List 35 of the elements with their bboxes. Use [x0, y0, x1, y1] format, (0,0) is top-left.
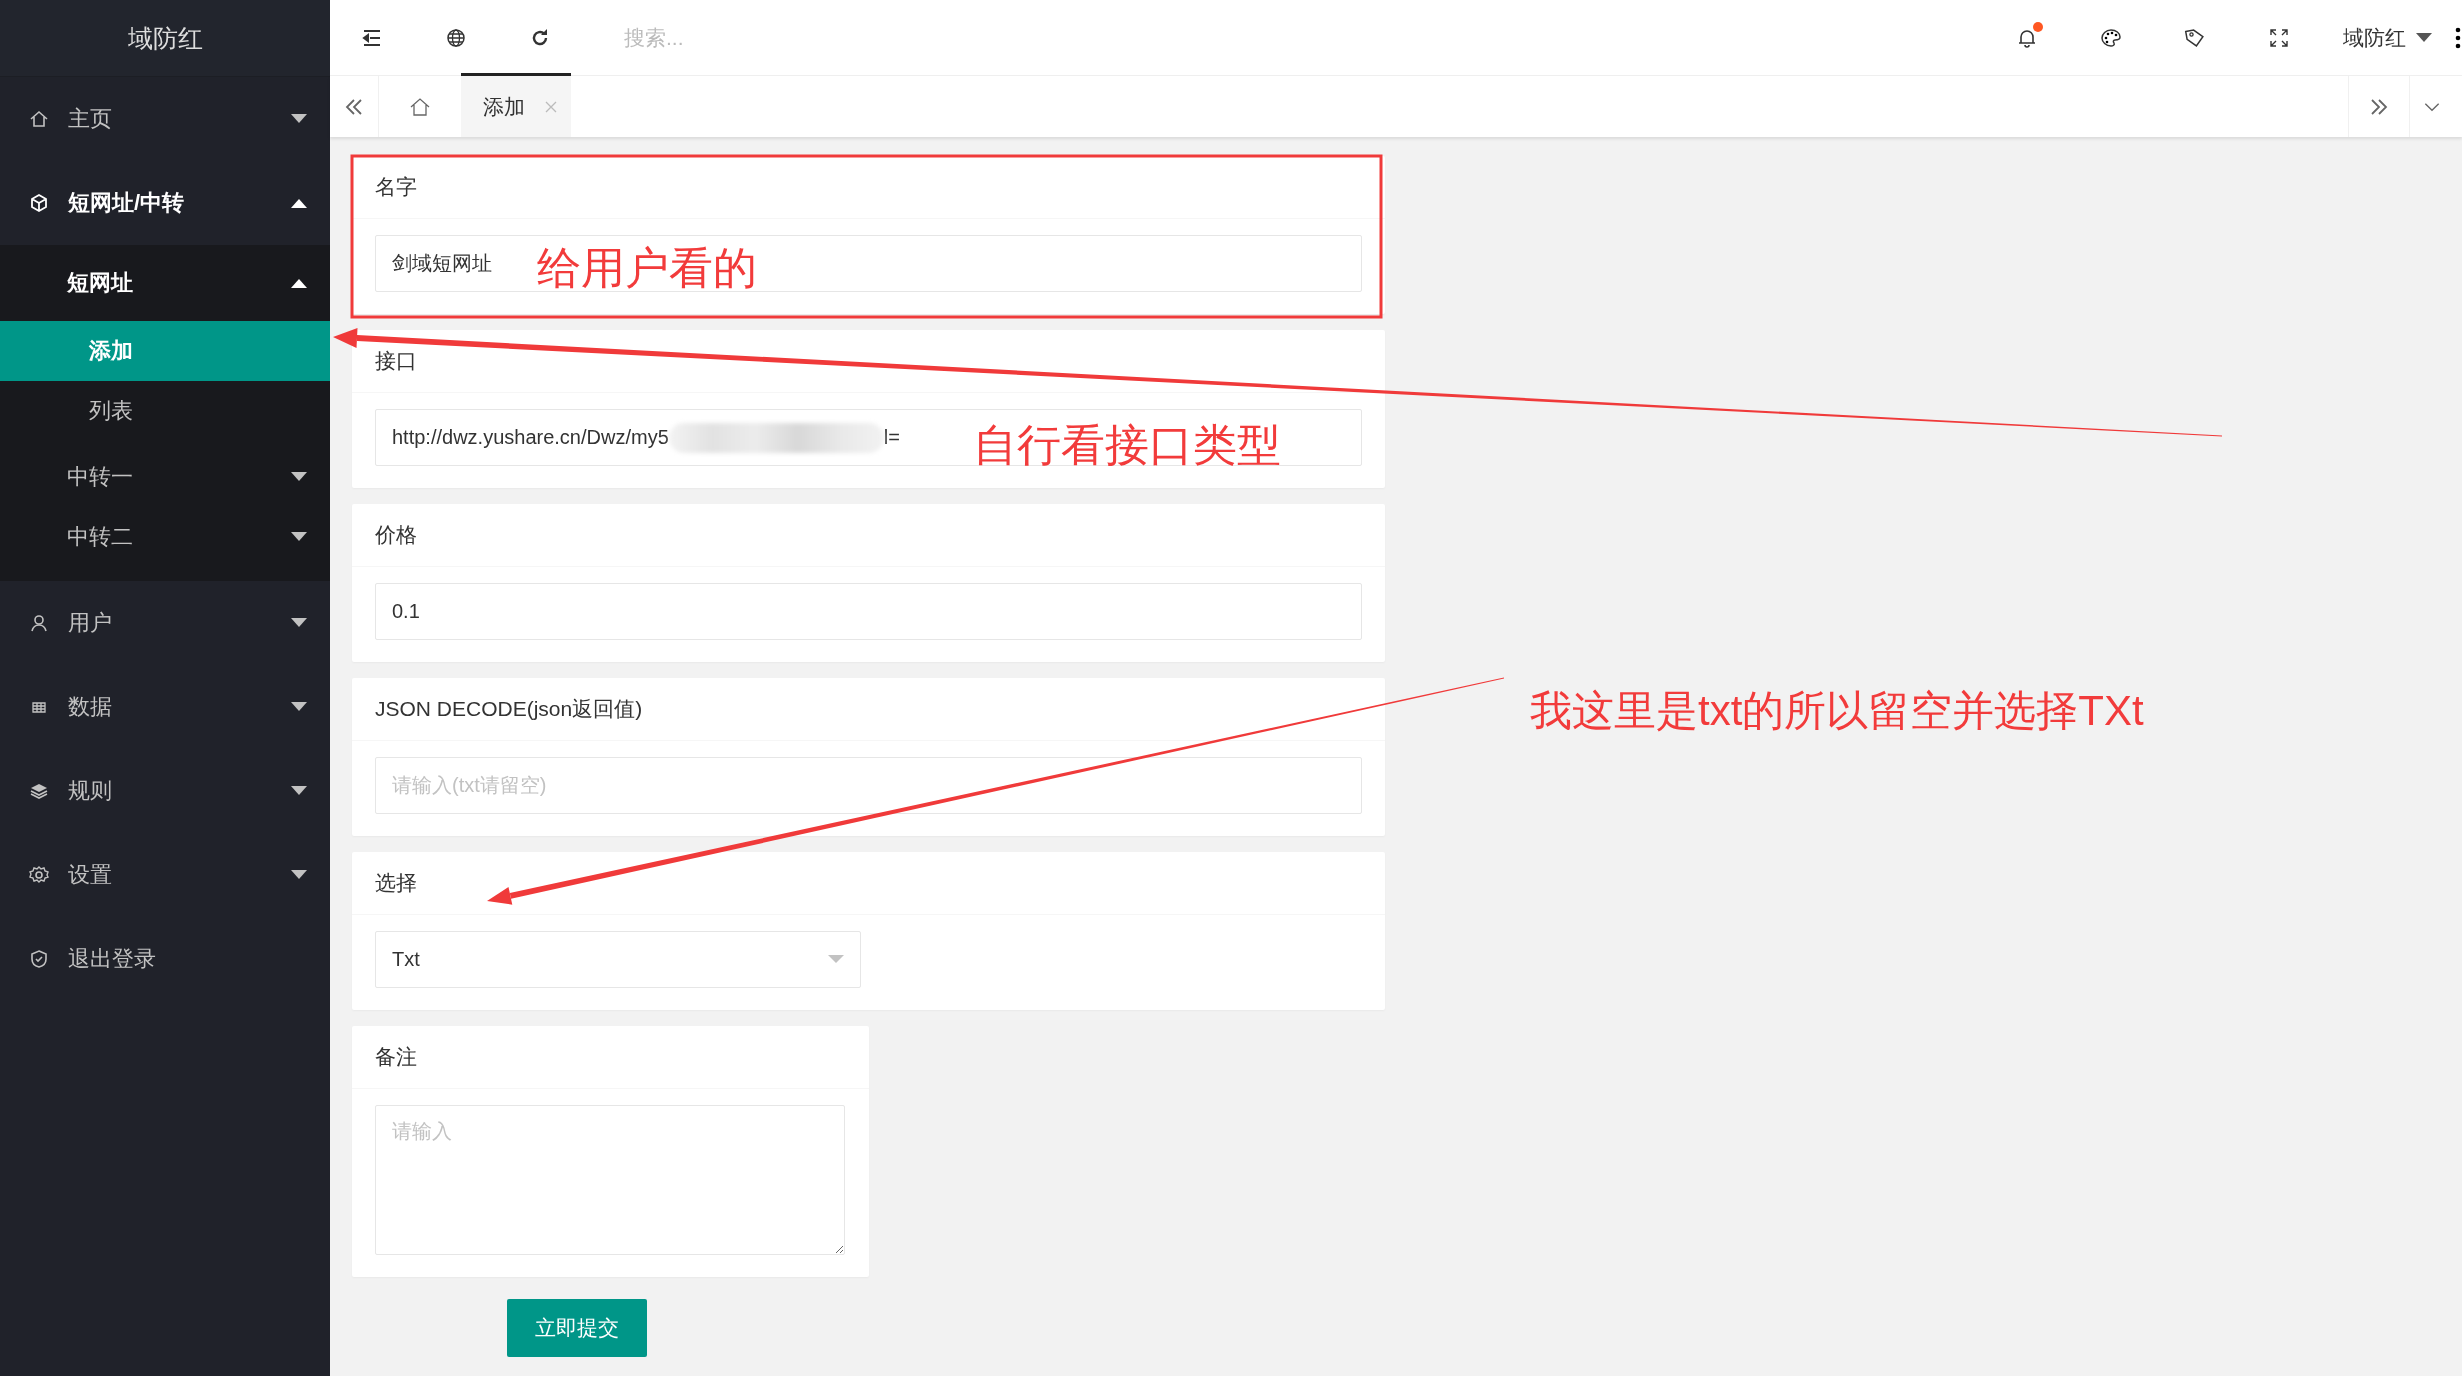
- sidebar-item[interactable]: 数据: [0, 665, 330, 749]
- sidebar-item[interactable]: 主页: [0, 77, 330, 161]
- caret-icon: [828, 955, 844, 964]
- user-menu[interactable]: 域防红: [2321, 23, 2454, 52]
- annotation-note: 给用户看的: [537, 246, 757, 290]
- annotation-note: 我这里是txt的所以留空并选择TXt: [1530, 690, 2144, 732]
- sidebar-item[interactable]: 设置: [0, 833, 330, 917]
- caret-icon: [2416, 32, 2432, 43]
- input-field[interactable]: 0.1: [375, 583, 1362, 640]
- shield-icon: [28, 948, 50, 970]
- tab[interactable]: 添加: [461, 73, 571, 137]
- user-icon: [28, 612, 50, 634]
- field-label: 价格: [375, 522, 417, 548]
- home-icon: [28, 108, 50, 130]
- select-field[interactable]: Txt: [375, 931, 861, 988]
- sidebar-item[interactable]: 退出登录: [0, 917, 330, 1001]
- field-label: 名字: [375, 174, 417, 200]
- annotation-note: 自行看接口类型: [973, 423, 1281, 467]
- input-field[interactable]: 请输入(txt请留空): [375, 757, 1362, 814]
- text-area[interactable]: 请输入: [375, 1105, 845, 1255]
- field-label: JSON DECODE(json返回值): [375, 696, 643, 722]
- field-label: 备注: [375, 1044, 417, 1070]
- cube-icon: [28, 192, 50, 214]
- field-label: 接口: [375, 348, 417, 374]
- field-label: 选择: [375, 870, 417, 896]
- sidebar-item[interactable]: 中转一: [0, 447, 330, 507]
- sidebar-item[interactable]: 用户: [0, 581, 330, 665]
- sidebar-item[interactable]: 中转二: [0, 507, 330, 567]
- sidebar-item[interactable]: 短网址/中转: [0, 161, 330, 245]
- sidebar-item[interactable]: 列表: [0, 381, 330, 441]
- more-icon[interactable]: [2454, 25, 2462, 50]
- sidebar-item[interactable]: 添加: [0, 321, 330, 381]
- sidebar-item[interactable]: 规则: [0, 749, 330, 833]
- submit-button[interactable]: 立即提交: [507, 1299, 647, 1357]
- sidebar-item[interactable]: 短网址: [0, 245, 330, 321]
